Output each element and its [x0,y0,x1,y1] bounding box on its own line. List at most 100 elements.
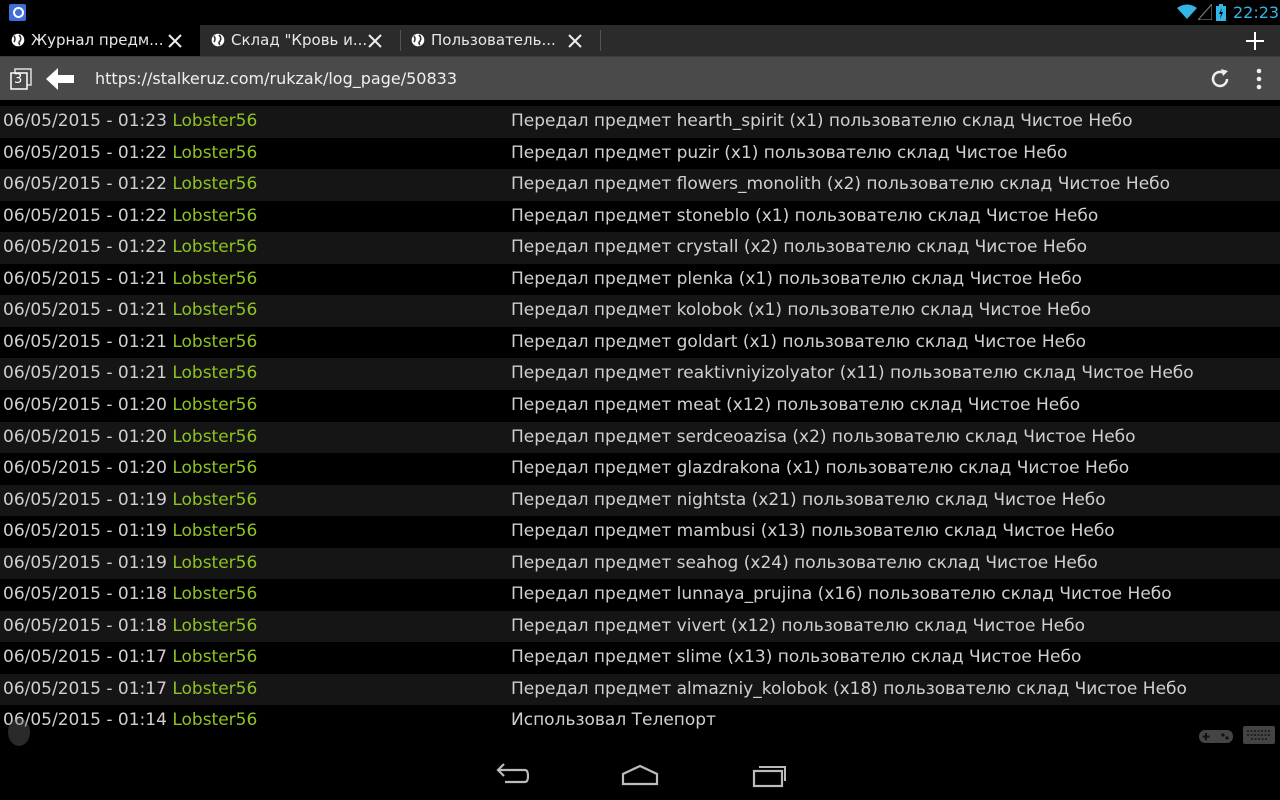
reload-icon[interactable] [1208,67,1232,91]
log-timestamp: 06/05/2015 - 01:19 [3,521,167,542]
back-arrow-icon[interactable] [46,68,74,90]
log-row: 06/05/2015 - 01:21 Lobster56 Передал пред… [0,295,1280,327]
log-date: 06/05/2015 - 01:19 Lobster56 [3,490,257,510]
tab-warehouse[interactable]: Склад "Кровь и... [200,25,400,56]
clock: 22:23 [1233,3,1280,22]
search-app-icon [9,4,26,21]
log-timestamp: 06/05/2015 - 01:17 [3,647,167,668]
log-date: 06/05/2015 - 01:20 Lobster56 [3,427,257,447]
log-row: 06/05/2015 - 01:17 Lobster56 Передал пред… [0,642,1280,674]
log-user-link[interactable]: Lobster56 [172,710,257,730]
log-user-link[interactable]: Lobster56 [172,111,257,131]
signal-icon [1198,4,1212,20]
log-timestamp: 06/05/2015 - 01:17 [3,678,167,699]
log-row: 06/05/2015 - 01:18 Lobster56 Передал пред… [0,579,1280,611]
log-row: 06/05/2015 - 01:19 Lobster56 Передал пред… [0,516,1280,548]
gamepad-icon[interactable] [1198,727,1234,745]
log-user-link[interactable]: Lobster56 [172,584,257,604]
tab-separator [600,30,601,51]
battery-icon [1216,4,1226,21]
overflow-menu-icon[interactable] [1252,67,1266,91]
system-nav-bar [0,750,1280,800]
tab-user[interactable]: Пользователь... [400,25,600,56]
log-user-link[interactable]: Lobster56 [172,458,257,478]
home-icon[interactable] [621,762,659,788]
log-user-link[interactable]: Lobster56 [172,553,257,573]
address-bar: 3 https://stalkeruz.com/rukzak/log_page/… [0,56,1280,100]
log-user-link[interactable]: Lobster56 [172,616,257,636]
log-row: 06/05/2015 - 01:20 Lobster56 Передал пред… [0,453,1280,485]
log-user-link[interactable]: Lobster56 [172,647,257,667]
log-user-link[interactable]: Lobster56 [172,490,257,510]
log-date: 06/05/2015 - 01:23 Lobster56 [3,111,257,131]
log-message: Передал предмет reaktivniyizolyator (x11… [511,363,1194,384]
recent-apps-icon[interactable] [751,762,787,788]
log-row: 06/05/2015 - 01:20 Lobster56 Передал пред… [0,390,1280,422]
log-date: 06/05/2015 - 01:18 Lobster56 [3,584,257,604]
log-message: Передал предмет glazdrakona (x1) пользов… [511,458,1130,479]
log-date: 06/05/2015 - 01:18 Lobster56 [3,616,257,636]
log-message: Передал предмет plenka (x1) пользователю… [511,268,1082,289]
log-message: Передал предмет meat (x12) пользователю … [511,394,1081,415]
log-user-link[interactable]: Lobster56 [172,206,257,226]
tab-bar: Журнал предм... Склад "Кровь и... Пользо… [0,25,1280,56]
url-field[interactable]: https://stalkeruz.com/rukzak/log_page/50… [95,69,457,88]
log-user-link[interactable]: Lobster56 [172,679,257,699]
new-tab-icon[interactable] [1245,31,1265,51]
status-bar: 22:23 [0,0,1280,25]
log-message: Передал предмет hearth_spirit (x1) польз… [511,111,1133,131]
close-tab-icon[interactable] [567,33,583,49]
log-date: 06/05/2015 - 01:22 Lobster56 [3,237,257,257]
log-row: 06/05/2015 - 01:22 Lobster56 Передал пред… [0,138,1280,170]
log-message: Передал предмет lunnaya_prujina (x16) по… [511,584,1172,605]
tab-title: Пользователь... [431,31,556,49]
close-tab-icon[interactable] [367,33,383,49]
log-timestamp: 06/05/2015 - 01:21 [3,363,167,384]
tab-switcher-button[interactable]: 3 [10,68,32,90]
log-timestamp: 06/05/2015 - 01:21 [3,300,167,321]
log-message: Передал предмет almazniy_kolobok (x18) п… [511,678,1187,699]
keyboard-icon[interactable] [1242,725,1276,745]
log-message: Передал предмет nightsta (x21) пользоват… [511,489,1106,510]
close-tab-icon[interactable] [167,33,183,49]
log-timestamp: 06/05/2015 - 01:20 [3,458,167,479]
log-timestamp: 06/05/2015 - 01:21 [3,268,167,289]
log-date: 06/05/2015 - 01:22 Lobster56 [3,206,257,226]
log-user-link[interactable]: Lobster56 [172,269,257,289]
log-timestamp: 06/05/2015 - 01:22 [3,174,167,195]
log-date: 06/05/2015 - 01:17 Lobster56 [3,679,257,699]
log-message: Передал предмет goldart (x1) пользовател… [511,331,1086,352]
log-row: 06/05/2015 - 01:22 Lobster56 Передал пред… [0,201,1280,233]
log-row: 06/05/2015 - 01:14 Lobster56 Использовал … [0,705,1280,737]
log-row: 06/05/2015 - 01:19 Lobster56 Передал пред… [0,484,1280,517]
log-date: 06/05/2015 - 01:14 Lobster56 [3,710,257,730]
log-user-link[interactable]: Lobster56 [172,427,257,447]
back-icon[interactable] [495,762,529,788]
log-user-link[interactable]: Lobster56 [172,363,257,383]
log-user-link[interactable]: Lobster56 [172,300,257,320]
log-message: Передал предмет flowers_monolith (x2) по… [511,174,1171,195]
log-date: 06/05/2015 - 01:22 Lobster56 [3,174,257,194]
log-message: Передал предмет crystall (x2) пользовате… [511,237,1087,258]
log-date: 06/05/2015 - 01:21 Lobster56 [3,300,257,320]
log-message: Передал предмет seahog (x24) пользовател… [511,552,1098,573]
log-timestamp: 06/05/2015 - 01:23 [3,111,167,131]
log-user-link[interactable]: Lobster56 [172,395,257,415]
log-timestamp: 06/05/2015 - 01:21 [3,331,167,352]
tab-count: 3 [14,72,23,87]
log-user-link[interactable]: Lobster56 [172,332,257,352]
log-date: 06/05/2015 - 01:19 Lobster56 [3,521,257,541]
log-message: Передал предмет kolobok (x1) пользовател… [511,300,1092,321]
log-content[interactable]: 06/05/2015 - 01:23 Lobster56 Передал пред… [0,100,1280,750]
scroll-handle[interactable] [8,718,30,746]
log-row: 06/05/2015 - 01:22 Lobster56 Передал пред… [0,232,1280,264]
log-user-link[interactable]: Lobster56 [172,143,257,163]
log-row: 06/05/2015 - 01:21 Lobster56 Передал пред… [0,327,1280,359]
log-row: 06/05/2015 - 01:22 Lobster56 Передал пред… [0,169,1280,201]
log-message: Передал предмет serdceoazisa (x2) пользо… [511,426,1136,447]
log-row: 06/05/2015 - 01:17 Lobster56 Передал пред… [0,673,1280,706]
log-user-link[interactable]: Lobster56 [172,521,257,541]
log-user-link[interactable]: Lobster56 [172,174,257,194]
tab-journal[interactable]: Журнал предм... [0,25,200,56]
log-user-link[interactable]: Lobster56 [172,237,257,257]
